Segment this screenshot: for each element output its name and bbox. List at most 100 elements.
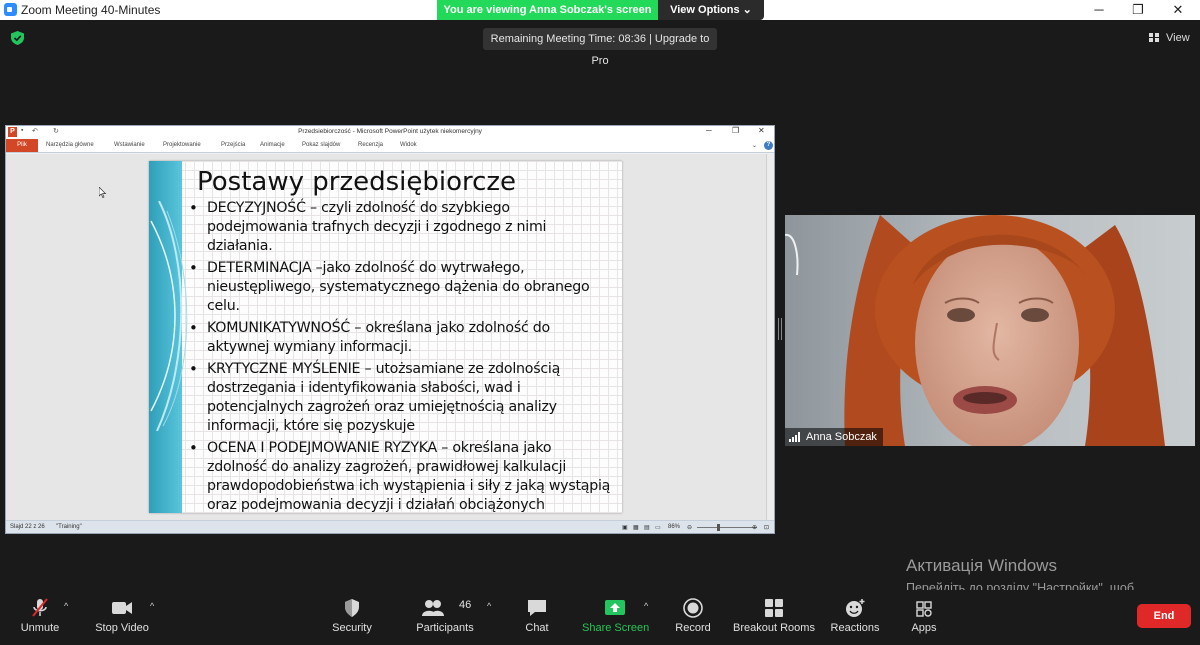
- participants-caret-icon[interactable]: ^: [487, 601, 491, 611]
- record-button[interactable]: Record: [673, 590, 713, 645]
- unmute-label: Unmute: [20, 622, 60, 634]
- stop-video-label: Stop Video: [95, 622, 149, 634]
- split-view-handle[interactable]: [778, 318, 782, 340]
- restore-icon[interactable]: ❐: [1120, 0, 1156, 20]
- ppt-tab: Animacje: [260, 142, 285, 148]
- ppt-tab: Projektowanie: [163, 142, 201, 148]
- ppt-tab: Wstawianie: [114, 142, 145, 148]
- view-button[interactable]: View: [1146, 28, 1194, 48]
- ppt-tab: Widok: [400, 142, 417, 148]
- participants-count: 46: [459, 599, 472, 611]
- security-button[interactable]: Security: [326, 590, 378, 645]
- reactions-label: Reactions: [830, 622, 880, 634]
- slide-bullet: KOMUNIKATYWNOŚĆ – określana jako zdolnoś…: [189, 319, 611, 357]
- chat-button[interactable]: Chat: [517, 590, 557, 645]
- participants-icon: [422, 600, 445, 616]
- security-label: Security: [332, 622, 372, 634]
- encryption-shield-icon[interactable]: [11, 31, 24, 45]
- slide: Postawy przedsiębiorcze DECYZYJNOŚĆ – cz…: [149, 161, 622, 513]
- end-meeting-button[interactable]: End: [1137, 604, 1191, 628]
- ppt-ribbon-collapse-icon: ⌄: [752, 143, 758, 149]
- view-options-button[interactable]: View Options ⌄: [658, 0, 764, 20]
- viewing-screen-banner: You are viewing Anna Sobczak's screen: [437, 0, 658, 20]
- unmute-button[interactable]: Unmute: [14, 590, 66, 645]
- ppt-tab: Przejścia: [221, 142, 246, 148]
- window-title: Zoom Meeting 40-Minutes: [21, 3, 161, 17]
- fit-slide-icon: ⊡: [764, 525, 770, 531]
- chat-label: Chat: [525, 622, 549, 634]
- close-icon[interactable]: ✕: [1160, 0, 1196, 20]
- record-icon: [683, 598, 703, 618]
- slide-bullet: DETERMINACJA –jako zdolność do wytrwałeg…: [189, 259, 611, 316]
- reactions-smiley-icon: [846, 599, 865, 617]
- grid-view-icon: [1149, 33, 1159, 42]
- slide-bullet: DECYZYJNOŚĆ – czyli zdolność do szybkieg…: [189, 199, 611, 256]
- zoom-in-icon: ⊕: [752, 525, 758, 531]
- view-label: View: [1166, 32, 1190, 44]
- ppt-ribbon-tabs: Plik Narzędzia główne Wstawianie Projekt…: [6, 139, 774, 153]
- stop-video-button[interactable]: Stop Video: [90, 590, 154, 645]
- shared-screen-powerpoint: P ▪ ↶ ↻ Przedsiebiorczość - Microsoft Po…: [5, 125, 775, 534]
- slide-bullet-list: DECYZYJNOŚĆ – czyli zdolność do szybkieg…: [189, 199, 611, 513]
- share-screen-icon: [605, 600, 625, 615]
- ppt-help-icon: ?: [764, 141, 773, 150]
- ppt-vertical-scrollbar: [766, 154, 774, 520]
- theme-name: "Training": [56, 524, 82, 530]
- ppt-document-title: Przedsiebiorczość - Microsoft PowerPoint…: [298, 128, 482, 135]
- view-reading-icon: ▤: [644, 525, 650, 531]
- audio-options-caret-icon[interactable]: ^: [64, 601, 68, 611]
- zoom-app-icon: [4, 3, 17, 16]
- slide-decorative-curves: [150, 201, 188, 431]
- ppt-close-icon: ✕: [758, 126, 765, 135]
- view-sorter-icon: ▦: [633, 525, 639, 531]
- chevron-down-icon: ⌄: [742, 4, 752, 16]
- apps-label: Apps: [911, 622, 937, 634]
- view-slideshow-icon: ▭: [655, 525, 661, 531]
- record-label: Record: [675, 622, 711, 634]
- slide-bullet: KRYTYCZNE MYŚLENIE – utożsamiane ze zdol…: [189, 360, 611, 436]
- zoom-slider-thumb: [717, 524, 720, 531]
- participant-name-tag: Anna Sobczak: [785, 428, 883, 446]
- mouse-cursor-icon: [99, 187, 107, 198]
- share-screen-button[interactable]: Share Screen: [582, 590, 650, 645]
- ppt-title-bar: P ▪ ↶ ↻ Przedsiebiorczość - Microsoft Po…: [6, 126, 774, 139]
- zoom-out-icon: ⊖: [687, 525, 693, 531]
- share-options-caret-icon[interactable]: ^: [644, 601, 648, 611]
- video-camera-icon: [112, 602, 132, 614]
- participant-video-image: [785, 215, 1195, 446]
- video-options-caret-icon[interactable]: ^: [150, 601, 154, 611]
- breakout-rooms-label: Breakout Rooms: [733, 622, 815, 634]
- ppt-tab-plik: Plik: [6, 139, 38, 152]
- apps-button[interactable]: Apps: [904, 590, 944, 645]
- slide-title: Postawy przedsiębiorcze: [197, 167, 517, 197]
- participants-label: Participants: [416, 622, 474, 634]
- ppt-tab: Pokaz slajdów: [302, 142, 341, 148]
- slide-bullet: OCENA I PODEJMOWANIE RYZYKA – określana …: [189, 439, 611, 513]
- meeting-toolbar: Unmute ^ Stop Video ^ Security Participa…: [0, 590, 1200, 645]
- slide-counter: Slajd 22 z 26: [10, 524, 45, 530]
- breakout-rooms-button[interactable]: Breakout Rooms: [733, 590, 815, 645]
- zoom-slider-track: [697, 527, 757, 528]
- ppt-tab: Narzędzia główne: [46, 142, 94, 148]
- ppt-slide-area: Postawy przedsiębiorcze DECYZYJNOŚĆ – cz…: [6, 154, 766, 520]
- zoom-window: Zoom Meeting 40-Minutes You are viewing …: [0, 0, 1200, 645]
- reactions-button[interactable]: Reactions: [828, 590, 882, 645]
- breakout-rooms-icon: [765, 599, 783, 617]
- participant-video[interactable]: Anna Sobczak: [785, 215, 1195, 446]
- activation-title: Активація Windows: [906, 556, 1057, 575]
- microphone-muted-icon: [32, 598, 48, 617]
- security-shield-icon: [345, 599, 359, 617]
- ppt-minimize-icon: ─: [706, 126, 712, 135]
- minimize-icon[interactable]: ─: [1081, 0, 1117, 20]
- ppt-status-bar: Slajd 22 z 26 "Training" ▣ ▦ ▤ ▭ 86% ⊖ ⊕…: [6, 520, 774, 533]
- remaining-time-banner[interactable]: Remaining Meeting Time: 08:36 | Upgrade …: [483, 28, 717, 67]
- apps-icon: [916, 601, 932, 617]
- zoom-percent: 86%: [668, 524, 681, 530]
- signal-strength-icon: [789, 432, 802, 443]
- view-normal-icon: ▣: [622, 525, 628, 531]
- ppt-tab: Recenzja: [358, 142, 384, 148]
- ppt-restore-icon: ❐: [732, 126, 740, 135]
- share-screen-label: Share Screen: [582, 622, 650, 634]
- title-bar: Zoom Meeting 40-Minutes You are viewing …: [0, 0, 1200, 20]
- view-options-label: View Options: [670, 4, 740, 16]
